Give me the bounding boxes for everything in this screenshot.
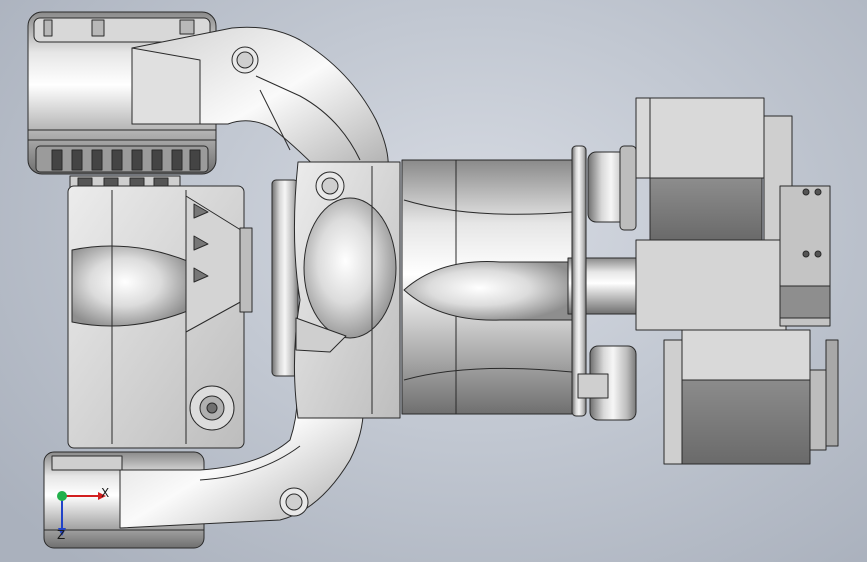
lower-stepper-motor [663, 329, 827, 465]
left-joint-body [67, 185, 253, 449]
y-axis-dot [57, 491, 67, 501]
main-cylinder [401, 159, 573, 415]
x-axis-label: X [101, 486, 110, 500]
cad-viewport[interactable]: X Z [0, 0, 867, 562]
central-yoke [271, 161, 401, 419]
z-axis-label: Z [57, 528, 66, 542]
upper-stepper-motor [635, 97, 793, 247]
robot-joint-model [27, 11, 839, 549]
